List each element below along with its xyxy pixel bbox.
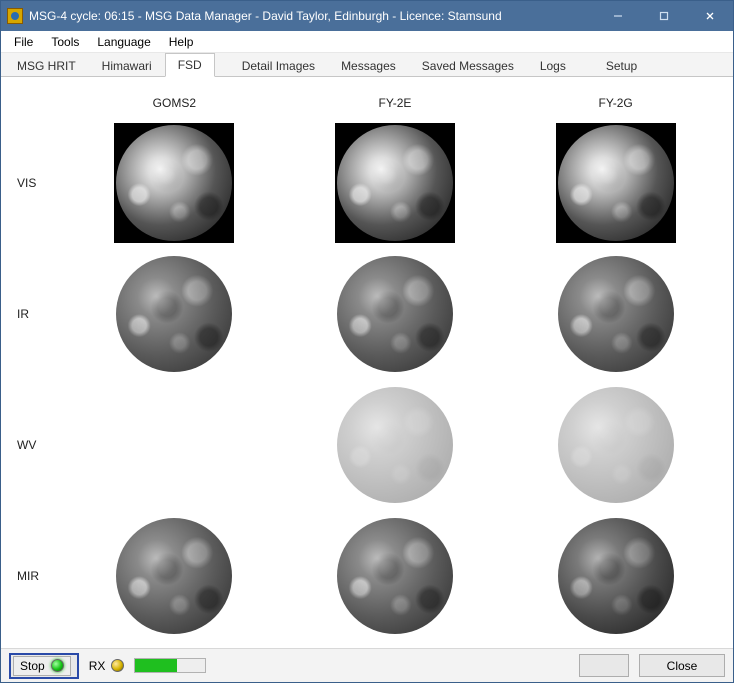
thumb-wv-fy2g[interactable] bbox=[556, 385, 676, 505]
globe-icon bbox=[558, 518, 674, 634]
blank-button[interactable] bbox=[579, 654, 629, 677]
thumb-wv-fy2e[interactable] bbox=[335, 385, 455, 505]
tab-msg-hrit[interactable]: MSG HRIT bbox=[4, 54, 89, 77]
thumb-ir-fy2g[interactable] bbox=[556, 254, 676, 374]
stop-button-label: Stop bbox=[20, 659, 45, 673]
thumb-mir-fy2e[interactable] bbox=[335, 516, 455, 636]
row-header: IR bbox=[11, 307, 29, 321]
menubar: File Tools Language Help bbox=[1, 31, 733, 53]
tab-detail-images[interactable]: Detail Images bbox=[229, 54, 328, 77]
row-header: WV bbox=[11, 438, 36, 452]
thumb-vis-goms2[interactable] bbox=[114, 123, 234, 243]
column-header: FY-2E bbox=[379, 96, 412, 110]
satellite-grid: GOMS2 FY-2E FY-2G VIS IR WV MIR bbox=[11, 91, 723, 638]
close-button[interactable]: Close bbox=[639, 654, 725, 677]
window-title: MSG-4 cycle: 06:15 - MSG Data Manager - … bbox=[29, 9, 595, 23]
minimize-button[interactable] bbox=[595, 1, 641, 31]
row-header: MIR bbox=[11, 569, 39, 583]
rx-led-icon bbox=[111, 659, 124, 672]
thumb-ir-goms2[interactable] bbox=[114, 254, 234, 374]
rx-progress bbox=[134, 658, 206, 673]
content-area: GOMS2 FY-2E FY-2G VIS IR WV MIR bbox=[1, 77, 733, 648]
app-window: MSG-4 cycle: 06:15 - MSG Data Manager - … bbox=[0, 0, 734, 683]
maximize-button[interactable] bbox=[641, 1, 687, 31]
thumb-wv-goms2-empty bbox=[114, 385, 234, 505]
stop-group: Stop bbox=[9, 653, 79, 679]
globe-icon bbox=[337, 125, 453, 241]
window-controls bbox=[595, 1, 733, 31]
tab-setup[interactable]: Setup bbox=[593, 54, 650, 77]
column-header: FY-2G bbox=[599, 96, 633, 110]
menu-help[interactable]: Help bbox=[160, 32, 203, 52]
menu-language[interactable]: Language bbox=[88, 32, 159, 52]
globe-icon bbox=[337, 387, 453, 503]
globe-icon bbox=[116, 125, 232, 241]
thumb-vis-fy2e[interactable] bbox=[335, 123, 455, 243]
globe-icon bbox=[116, 518, 232, 634]
globe-icon bbox=[558, 256, 674, 372]
thumb-mir-goms2[interactable] bbox=[114, 516, 234, 636]
app-icon bbox=[7, 8, 23, 24]
rx-group: RX bbox=[89, 659, 125, 673]
stop-led-icon bbox=[51, 659, 64, 672]
globe-icon bbox=[116, 256, 232, 372]
status-bar: Stop RX Close bbox=[1, 648, 733, 682]
rx-label: RX bbox=[89, 659, 106, 673]
thumb-ir-fy2e[interactable] bbox=[335, 254, 455, 374]
titlebar: MSG-4 cycle: 06:15 - MSG Data Manager - … bbox=[1, 1, 733, 31]
menu-file[interactable]: File bbox=[5, 32, 42, 52]
stop-button[interactable]: Stop bbox=[13, 656, 71, 676]
tabstrip: MSG HRIT Himawari FSD Detail Images Mess… bbox=[1, 53, 733, 77]
globe-icon bbox=[337, 518, 453, 634]
thumb-mir-fy2g[interactable] bbox=[556, 516, 676, 636]
globe-icon bbox=[558, 387, 674, 503]
column-header: GOMS2 bbox=[153, 96, 196, 110]
tab-messages[interactable]: Messages bbox=[328, 54, 409, 77]
menu-tools[interactable]: Tools bbox=[42, 32, 88, 52]
rx-progress-fill bbox=[135, 659, 177, 672]
close-window-button[interactable] bbox=[687, 1, 733, 31]
tab-saved-messages[interactable]: Saved Messages bbox=[409, 54, 527, 77]
tab-fsd[interactable]: FSD bbox=[165, 53, 215, 77]
thumb-vis-fy2g[interactable] bbox=[556, 123, 676, 243]
tab-logs[interactable]: Logs bbox=[527, 54, 579, 77]
tab-himawari[interactable]: Himawari bbox=[89, 54, 165, 77]
globe-icon bbox=[558, 125, 674, 241]
row-header: VIS bbox=[11, 176, 36, 190]
globe-icon bbox=[337, 256, 453, 372]
